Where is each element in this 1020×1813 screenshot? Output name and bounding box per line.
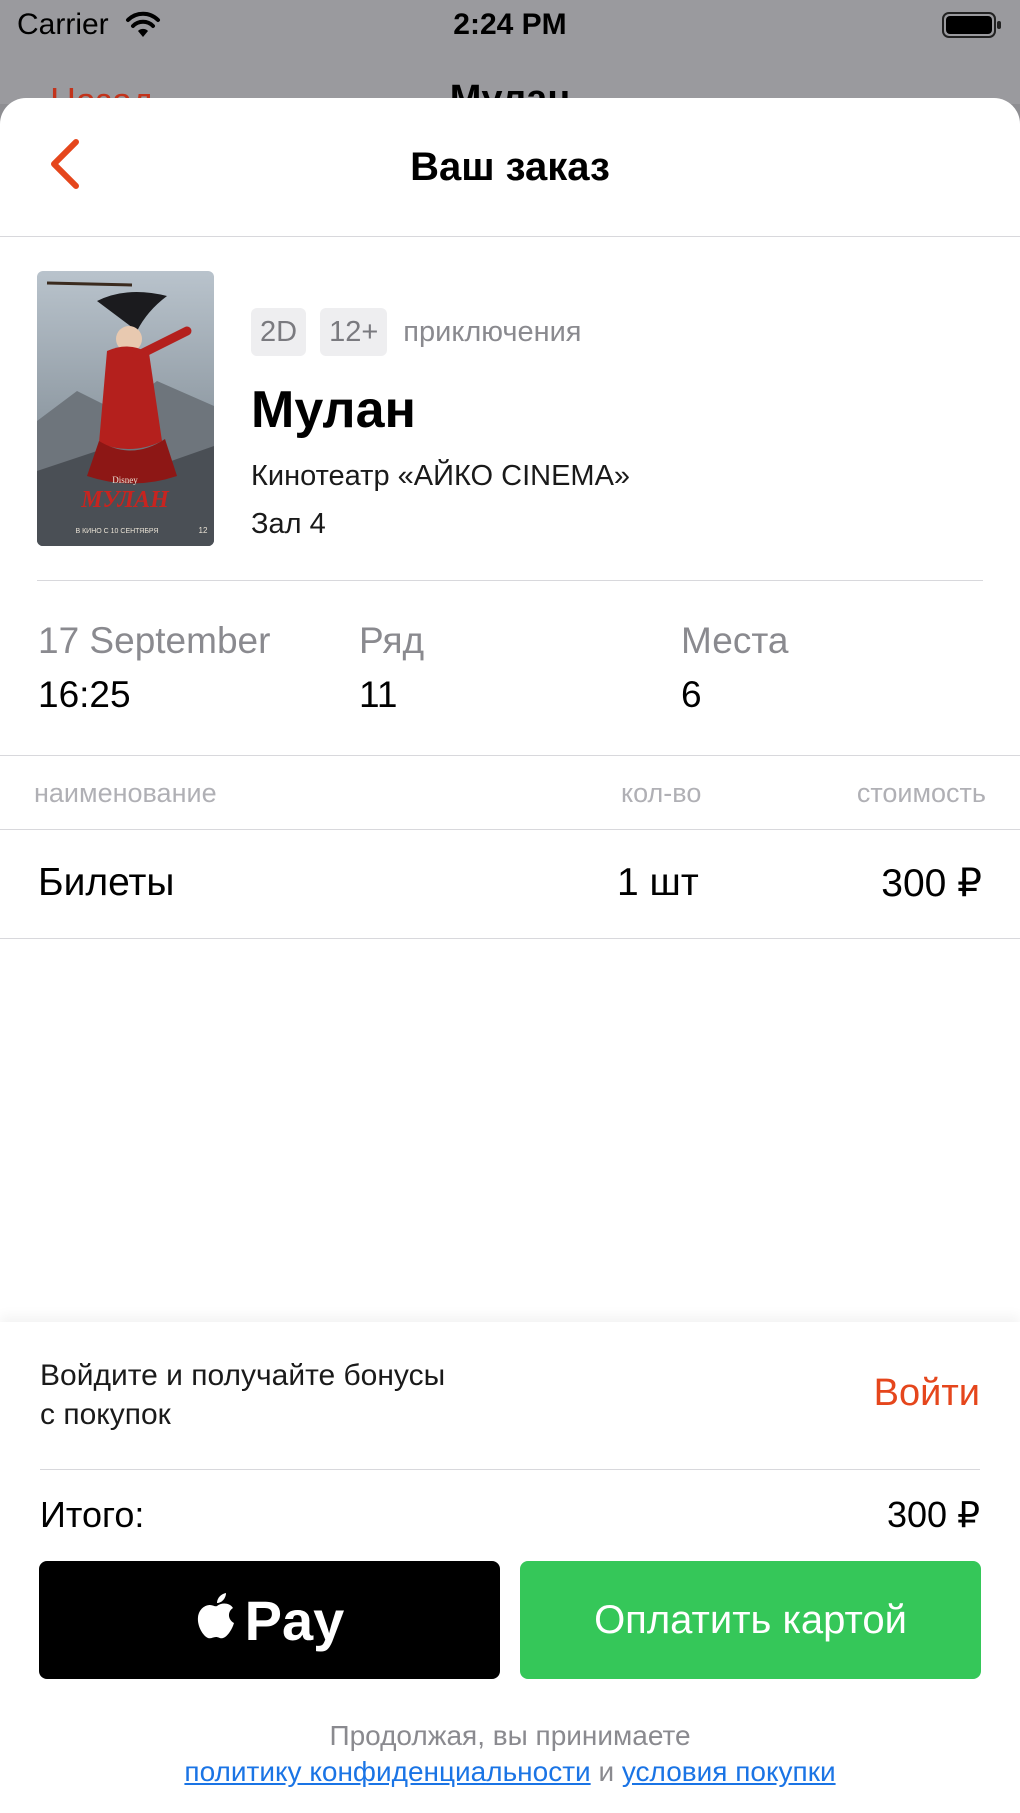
movie-poster: Disney МУЛАН В КИНО С 10 СЕНТЯБРЯ 12 [37,271,214,546]
column-header-qty: кол-во [621,778,702,808]
bonus-line-2: с покупок [40,1398,171,1431]
session-date-block: 17 September 16:25 [38,620,270,716]
genre-label: приключения [403,315,582,348]
purchase-terms-link[interactable]: условия покупки [622,1756,836,1787]
row-value: 11 [359,674,398,715]
apple-pay-button[interactable]: Pay [39,1561,500,1679]
legal-conjunction: и [598,1756,615,1787]
cinema-name: Кинотеатр «АЙКО CINEMA» [251,460,631,492]
column-header-price: стоимость [856,778,986,808]
column-header-name: наименование [34,778,217,808]
navigation-bar: Ваш заказ [0,98,1020,237]
session-time: 16:25 [38,674,131,715]
movie-badges: 2D 12+ приключения [251,308,582,356]
login-button[interactable]: Войти [874,1372,980,1415]
background-screen: Назад Мулан [0,54,1020,104]
divider [37,580,983,581]
pay-by-card-button[interactable]: Оплатить картой [520,1561,981,1679]
total-value: 300 ₽ [887,1494,980,1535]
seats-block: Места 6 [681,620,788,716]
status-time: 2:24 PM [453,8,567,41]
format-badge: 2D [251,308,307,356]
item-price: 300 ₽ [881,862,982,905]
total-label: Итого: [40,1494,145,1535]
divider [0,755,1020,756]
legal-prefix: Продолжая, вы принимаете [329,1720,691,1751]
divider [0,938,1020,939]
row-label: Ряд [359,620,425,661]
row-block: Ряд 11 [359,620,424,716]
payment-panel: Войдите и получайте бонусы с покупок Вой… [0,1322,1020,1813]
order-sheet: Ваш заказ Disney МУЛАН В КИНО С 10 СЕНТЯ… [0,98,1020,1813]
bonus-line-1: Войдите и получайте бонусы [40,1359,446,1392]
divider [40,1469,980,1470]
battery-icon [942,11,1002,47]
page-title: Ваш заказ [410,145,610,189]
poster-logo: МУЛАН [80,487,170,513]
hall-label: Зал 4 [251,508,326,540]
age-badge: 12+ [320,308,388,356]
item-name: Билеты [38,861,175,904]
status-bar: Carrier 2:24 PM [0,0,1020,54]
seats-label: Места [681,620,789,661]
privacy-policy-link[interactable]: политику конфиденциальности [184,1756,590,1787]
bonus-promo: Войдите и получайте бонусы с покупок [40,1356,540,1434]
divider [0,829,1020,830]
apple-logo-icon [195,1592,239,1649]
legal-notice: Продолжая, вы принимаете политику конфид… [0,1718,1020,1790]
session-date: 17 September [38,620,271,661]
apple-pay-label: Pay [244,1588,345,1652]
item-qty: 1 шт [617,861,699,904]
poster-release: В КИНО С 10 СЕНТЯБРЯ [75,528,158,535]
seats-value: 6 [681,674,702,715]
movie-title: Мулан [251,381,416,439]
poster-age: 12 [199,526,208,535]
poster-studio: Disney [112,475,138,485]
